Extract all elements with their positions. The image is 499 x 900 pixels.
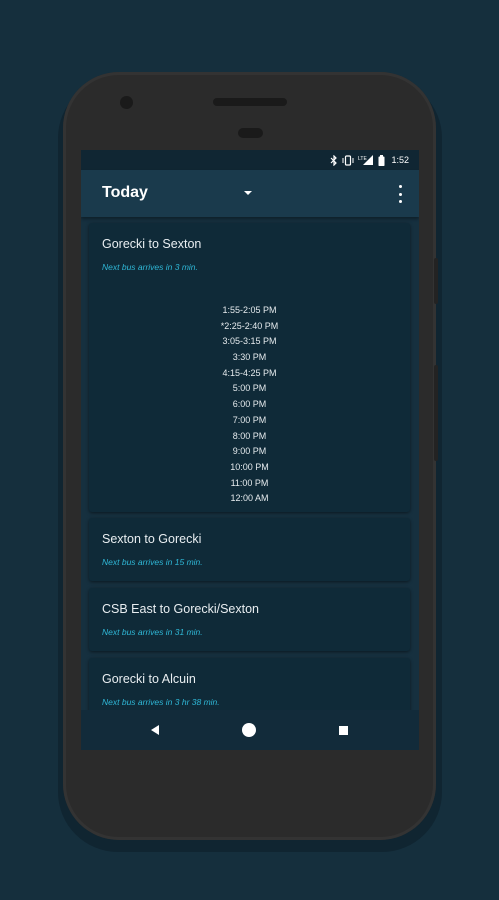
proximity-sensor [238,128,263,138]
schedule-time: 3:05-3:15 PM [222,336,277,347]
front-camera-icon [120,96,133,109]
route-card-csb-east[interactable]: CSB East to Gorecki/Sexton Next bus arri… [89,588,410,651]
schedule-time: 5:00 PM [232,383,267,394]
route-card-gorecki-to-sexton[interactable]: Gorecki to Sexton Next bus arrives in 3 … [89,223,410,512]
schedule-time: *2:25-2:40 PM [220,320,279,331]
schedule-time: 4:15-4:25 PM [222,367,277,378]
home-icon[interactable] [242,723,256,737]
app-bar: Today [81,170,419,217]
promo-stage: LTE 1:52 Today Gorecki to Sexton Next bu… [0,0,499,900]
schedule-time: 11:00 PM [230,477,269,488]
next-bus-text: Next bus arrives in 31 min. [102,627,203,637]
dropdown-arrow-icon[interactable] [244,191,252,195]
earpiece-speaker [213,98,287,106]
route-name: Sexton to Gorecki [102,532,202,546]
schedule-time: 6:00 PM [232,399,267,410]
back-icon[interactable] [151,725,159,735]
lte-signal-icon: LTE [358,154,374,166]
route-name: Gorecki to Sexton [102,237,202,251]
route-name: CSB East to Gorecki/Sexton [102,602,260,616]
power-button [434,258,438,304]
battery-icon [378,154,385,166]
schedule-time: 9:00 PM [232,446,267,457]
next-bus-text: Next bus arrives in 3 hr 38 min. [102,697,220,707]
overflow-menu-icon[interactable] [395,185,405,203]
schedule-time: 8:00 PM [232,430,267,441]
svg-text:LTE: LTE [358,156,367,162]
schedule-time: 3:30 PM [232,352,267,363]
route-list: Gorecki to Sexton Next bus arrives in 3 … [81,217,419,710]
route-name: Gorecki to Alcuin [102,672,196,686]
recents-icon[interactable] [339,726,348,735]
schedule-time: 12:00 AM [230,493,269,504]
next-bus-text: Next bus arrives in 15 min. [102,557,203,567]
system-nav-bar [81,710,419,750]
status-bar: LTE 1:52 [81,150,419,170]
day-selector-title[interactable]: Today [102,184,148,202]
bluetooth-icon [330,154,338,166]
vibrate-icon [342,154,354,166]
next-bus-text: Next bus arrives in 3 min. [102,262,198,272]
route-card-gorecki-to-alcuin[interactable]: Gorecki to Alcuin Next bus arrives in 3 … [89,658,410,710]
schedule-list: 1:55-2:05 PM *2:25-2:40 PM 3:05-3:15 PM … [89,303,410,507]
route-card-sexton-to-gorecki[interactable]: Sexton to Gorecki Next bus arrives in 15… [89,518,410,581]
schedule-time: 10:00 PM [230,461,269,472]
volume-button [434,365,438,461]
status-time: 1:52 [391,155,409,165]
phone-screen: LTE 1:52 Today Gorecki to Sexton Next bu… [81,150,419,750]
schedule-time: 1:55-2:05 PM [222,305,277,315]
schedule-time: 7:00 PM [232,414,267,425]
